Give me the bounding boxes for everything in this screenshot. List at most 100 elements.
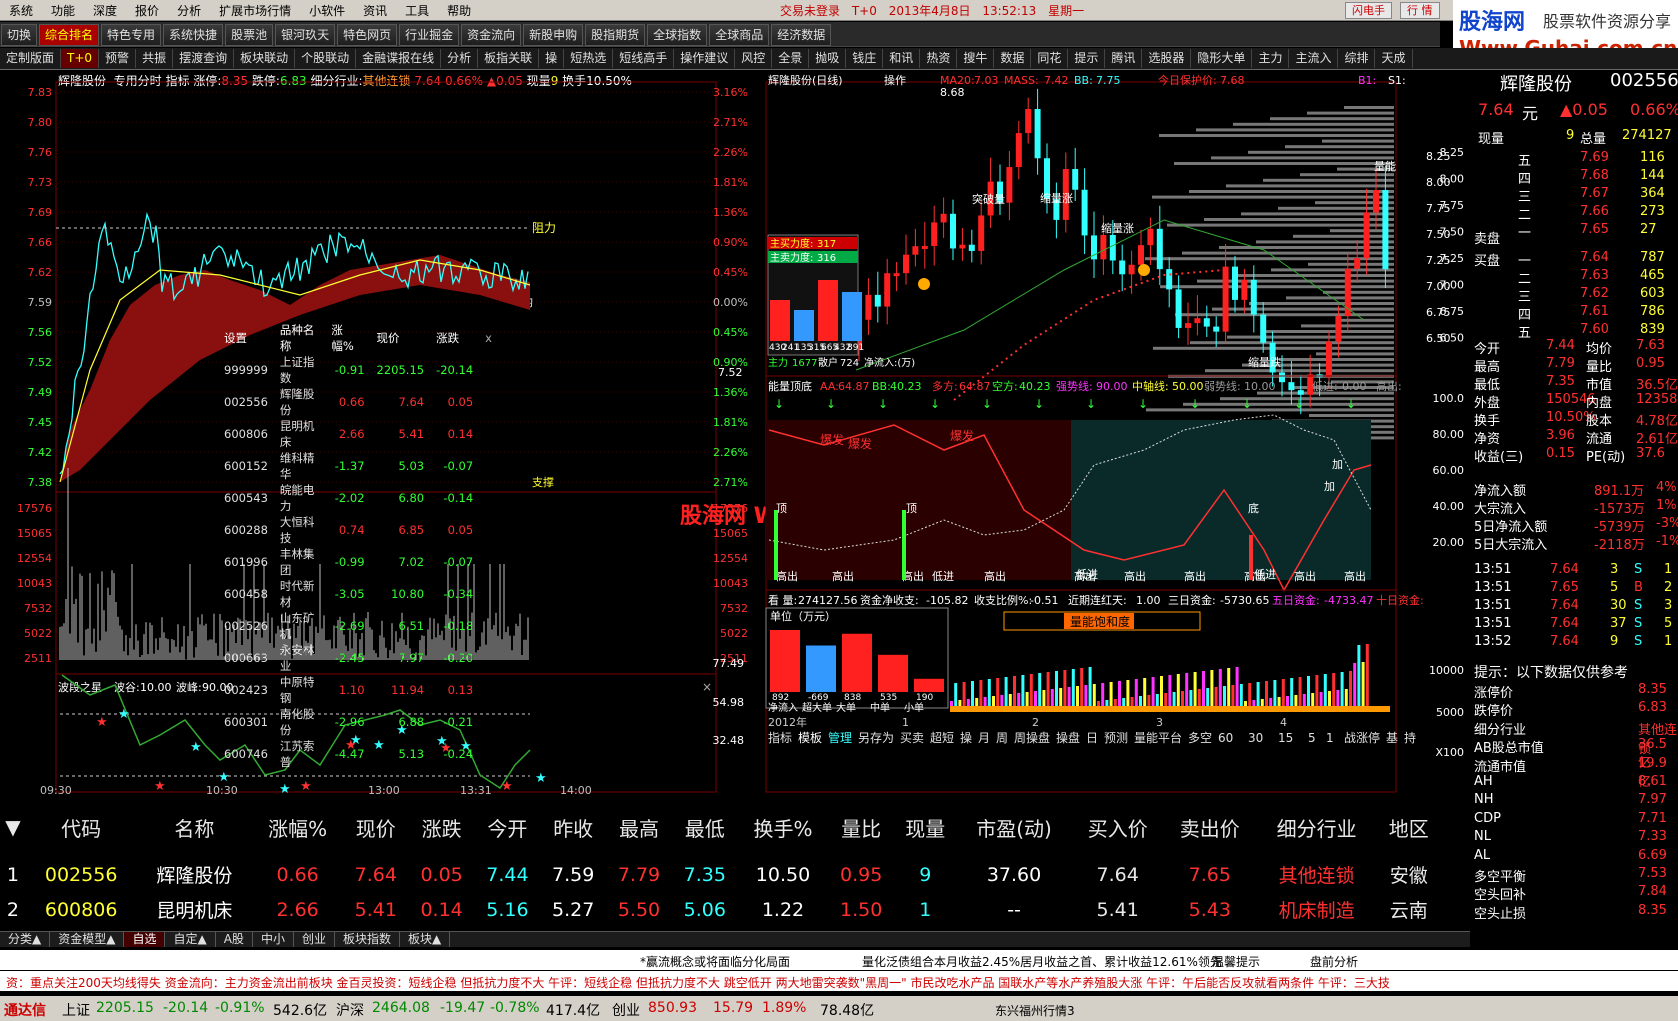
function-tab-30[interactable]: 天成	[1375, 49, 1413, 68]
function-tab-0[interactable]: 定制版面	[0, 49, 62, 68]
chart-tab-22[interactable]: 持	[1404, 730, 1416, 745]
chart-tab-7[interactable]: 月	[978, 731, 990, 745]
chart-tab-6[interactable]: 操	[960, 730, 972, 745]
function-tab-6[interactable]: 个股联动	[295, 49, 357, 68]
watch-row[interactable]: 600806 昆明机床 2.66 5.41 0.14	[218, 418, 498, 450]
watch-row[interactable]: 600458 时代新材 -3.05 10.80 -0.34	[218, 578, 498, 610]
chart-tab-0[interactable]: 指标	[768, 730, 792, 745]
watch-row[interactable]: 600543 皖能电力 -2.02 6.80 -0.14	[218, 482, 498, 514]
function-tab-14[interactable]: 风控	[735, 49, 773, 68]
function-tab-26[interactable]: 隐形大单	[1191, 49, 1253, 68]
function-tab-15[interactable]: 全景	[772, 49, 810, 68]
col-header-12[interactable]: 市盈(动)	[956, 797, 1071, 857]
chart-tab-17[interactable]: 15	[1278, 731, 1293, 745]
function-tab-8[interactable]: 分析	[441, 49, 479, 68]
chart-tab-4[interactable]: 买卖	[900, 731, 924, 745]
col-header-8[interactable]: 最低	[672, 797, 738, 857]
toolbar-button-3[interactable]: 系统快捷	[163, 24, 224, 46]
toolbar-button-13[interactable]: 经济数据	[771, 24, 832, 46]
chart-tab-9[interactable]: 周操盘	[1014, 730, 1050, 745]
watch-row[interactable]: 600152 维科精华 -1.37 5.03 -0.07	[218, 450, 498, 482]
category-tab-6[interactable]: 创业	[294, 932, 335, 947]
function-tab-19[interactable]: 热资	[920, 49, 958, 68]
col-header-14[interactable]: 卖出价	[1164, 797, 1256, 857]
toolbar-button-2[interactable]: 特色专用	[101, 24, 162, 46]
watch-close-icon[interactable]: x	[479, 322, 498, 354]
watch-row[interactable]: 600301 南化股份 -2.96 6.88 -0.21	[218, 706, 498, 738]
col-header-7[interactable]: 最高	[606, 797, 672, 857]
chart-tab-16[interactable]: 30	[1248, 731, 1263, 745]
col-header-3[interactable]: 现价	[343, 797, 409, 857]
function-tab-2[interactable]: 预警	[99, 49, 137, 68]
chart-tab-1[interactable]: 模板	[798, 731, 822, 745]
category-tab-2[interactable]: 自选	[124, 932, 166, 947]
daily-chart[interactable]: 辉隆股份(日线) 操作 MA20: 7.03 MASS: 7.42 BB: 7.75 今日保护价…	[764, 70, 1470, 797]
menu-item-9[interactable]: 帮助	[438, 0, 480, 21]
function-tab-29[interactable]: 综排	[1338, 49, 1376, 68]
col-header-5[interactable]: 今开	[475, 797, 541, 857]
login-status[interactable]: 交易未登录	[780, 4, 840, 18]
menu-item-4[interactable]: 分析	[168, 0, 210, 21]
chart-tab-15[interactable]: 60	[1218, 731, 1233, 745]
toolbar-button-0[interactable]: 切换	[1, 24, 38, 46]
function-tab-18[interactable]: 和讯	[883, 49, 921, 68]
chart-tab-14[interactable]: 多空	[1188, 731, 1212, 745]
col-header-6[interactable]: 昨收	[540, 797, 606, 857]
chart-tab-12[interactable]: 预测	[1104, 731, 1128, 745]
function-tab-28[interactable]: 主流入	[1289, 49, 1339, 68]
news-link-2[interactable]: 温馨提示	[1212, 953, 1260, 970]
chart-tab-18[interactable]: 5	[1308, 731, 1316, 745]
table-row[interactable]: 2 600806 昆明机床 2.66 5.41 0.14 5.16 5.27 5.50 5.06 1…	[0, 892, 1440, 927]
function-tab-7[interactable]: 金融谍报在线	[356, 49, 442, 68]
flash-trade-button[interactable]: 闪电手	[1345, 2, 1392, 19]
category-tab-4[interactable]: A股	[216, 932, 253, 947]
function-tab-9[interactable]: 板指关联	[478, 49, 540, 68]
watch-row[interactable]: 999999 上证指数 -0.91 2205.15 -20.14	[218, 354, 498, 386]
menu-item-5[interactable]: 扩展市场行情	[210, 0, 300, 21]
function-tab-22[interactable]: 同花	[1031, 49, 1069, 68]
col-header-11[interactable]: 现量	[894, 797, 956, 857]
menu-item-1[interactable]: 功能	[42, 0, 84, 21]
chart-tab-13[interactable]: 量能平台	[1134, 730, 1182, 745]
col-header-15[interactable]: 细分行业	[1256, 797, 1378, 857]
function-tab-27[interactable]: 主力	[1252, 49, 1290, 68]
chart-tab-2[interactable]: 管理	[828, 730, 852, 745]
col-header-1[interactable]: 名称	[136, 797, 252, 857]
watch-row[interactable]: 600746 江苏索普 -4.47 5.13 -0.24	[218, 738, 498, 770]
col-header-4[interactable]: 涨跌	[409, 797, 475, 857]
function-tab-25[interactable]: 选股器	[1142, 49, 1192, 68]
function-tab-13[interactable]: 操作建议	[674, 49, 736, 68]
chart-tab-11[interactable]: 日	[1086, 731, 1098, 745]
menu-item-7[interactable]: 资讯	[354, 0, 396, 21]
table-sort-icon[interactable]: ▼	[0, 797, 26, 857]
news-ticker-text[interactable]: 资：重点关注200天均线得失 资金流向：主力资金流出前板块 金百灵投资：短线企稳…	[6, 974, 1390, 991]
toolbar-button-7[interactable]: 行业掘金	[399, 24, 460, 46]
col-header-9[interactable]: 换手%	[738, 797, 829, 857]
toolbar-button-8[interactable]: 资金流向	[461, 24, 522, 46]
news-link-0[interactable]: *赢流概念或将面临分化局面	[640, 953, 790, 970]
function-tab-4[interactable]: 摆渡查询	[173, 49, 235, 68]
menu-item-8[interactable]: 工具	[396, 0, 438, 21]
quote-button[interactable]: 行 情	[1400, 2, 1440, 19]
function-tab-16[interactable]: 抛吸	[809, 49, 847, 68]
category-tab-3[interactable]: 自定▲	[165, 932, 216, 947]
category-tab-1[interactable]: 资金模型▲	[50, 932, 125, 947]
server-name[interactable]: 东兴福州行情3	[995, 1002, 1075, 1019]
category-tab-0[interactable]: 分类▲	[0, 932, 51, 947]
col-header-2[interactable]: 涨幅%	[252, 797, 343, 857]
col-header-10[interactable]: 量比	[828, 797, 894, 857]
category-tab-7[interactable]: 板块指数	[335, 932, 400, 947]
toolbar-button-4[interactable]: 股票池	[225, 24, 274, 46]
news-link-3[interactable]: 盘前分析	[1310, 953, 1358, 970]
chart-tab-8[interactable]: 周	[996, 731, 1008, 745]
function-tab-21[interactable]: 数据	[994, 49, 1032, 68]
function-tab-11[interactable]: 短热选	[564, 49, 614, 68]
col-header-0[interactable]: 代码	[26, 797, 137, 857]
col-header-13[interactable]: 买入价	[1072, 797, 1164, 857]
watch-row[interactable]: 002423 中原特钢 1.10 11.94 0.13	[218, 674, 498, 706]
function-tab-12[interactable]: 短线高手	[613, 49, 675, 68]
col-header-16[interactable]: 地区	[1378, 797, 1440, 857]
function-tab-10[interactable]: 操	[539, 49, 565, 68]
watch-row[interactable]: 002526 山东矿机 -2.69 6.51 -0.18	[218, 610, 498, 642]
watch-row[interactable]: 600288 大恒科技 0.74 6.85 0.05	[218, 514, 498, 546]
